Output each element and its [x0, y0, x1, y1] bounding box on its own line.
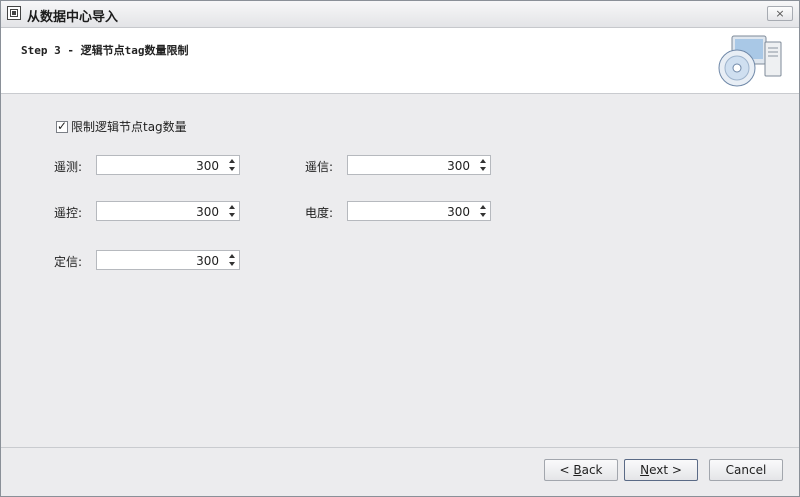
back-button[interactable]: < Back	[544, 459, 618, 481]
energy-spinbox[interactable]: 300	[347, 201, 491, 221]
close-button[interactable]: ×	[767, 6, 793, 21]
spin-down-icon[interactable]	[229, 213, 235, 217]
spin-down-icon[interactable]	[229, 167, 235, 171]
telecontrol-spin-buttons[interactable]	[227, 203, 237, 219]
energy-label: 电度:	[305, 206, 334, 220]
back-accesskey: B	[573, 463, 582, 477]
next-rest: ext >	[649, 463, 682, 477]
setpoint-spinbox[interactable]: 300	[96, 250, 240, 270]
setpoint-value: 300	[196, 254, 219, 268]
telecontrol-label: 遥控:	[54, 206, 83, 220]
telemetry-label: 遥测:	[54, 160, 83, 174]
import-wizard-window: 从数据中心导入 × Step 3 - 逻辑节点tag数量限制 限制逻辑节点tag…	[0, 0, 800, 497]
spin-down-icon[interactable]	[480, 213, 486, 217]
footer-divider	[1, 447, 799, 448]
checkbox-checked-icon[interactable]	[56, 119, 68, 133]
setpoint-label: 定信:	[54, 255, 83, 269]
telecontrol-value: 300	[196, 205, 219, 219]
spin-up-icon[interactable]	[229, 205, 235, 209]
spin-down-icon[interactable]	[480, 167, 486, 171]
step-title: Step 3 - 逻辑节点tag数量限制	[21, 44, 189, 57]
telecontrol-spinbox[interactable]: 300	[96, 201, 240, 221]
telesignal-spin-buttons[interactable]	[478, 157, 488, 173]
telemetry-spin-buttons[interactable]	[227, 157, 237, 173]
spin-up-icon[interactable]	[480, 205, 486, 209]
limit-checkbox-row[interactable]: 限制逻辑节点tag数量	[56, 118, 187, 135]
spin-up-icon[interactable]	[229, 254, 235, 258]
install-computer-disc-icon	[718, 35, 782, 87]
app-window-icon	[7, 6, 21, 20]
energy-spin-buttons[interactable]	[478, 203, 488, 219]
telemetry-spinbox[interactable]: 300	[96, 155, 240, 175]
title-bar: 从数据中心导入 ×	[1, 1, 799, 28]
limit-checkbox-label: 限制逻辑节点tag数量	[71, 120, 187, 134]
cancel-button[interactable]: Cancel	[709, 459, 783, 481]
window-title: 从数据中心导入	[27, 10, 119, 25]
telesignal-label: 遥信:	[305, 160, 334, 174]
spin-up-icon[interactable]	[480, 159, 486, 163]
wizard-content: 限制逻辑节点tag数量 遥测: 300 遥信: 300 遥控: 300 电度: …	[1, 94, 799, 446]
back-rest: ack	[581, 463, 603, 477]
setpoint-spin-buttons[interactable]	[227, 252, 237, 268]
telemetry-value: 300	[196, 159, 219, 173]
telesignal-spinbox[interactable]: 300	[347, 155, 491, 175]
next-accesskey: N	[640, 463, 650, 477]
energy-value: 300	[447, 205, 470, 219]
spin-up-icon[interactable]	[229, 159, 235, 163]
spin-down-icon[interactable]	[229, 262, 235, 266]
close-icon: ×	[775, 7, 785, 20]
next-button[interactable]: Next >	[624, 459, 698, 481]
back-prefix: <	[559, 463, 574, 477]
wizard-header: Step 3 - 逻辑节点tag数量限制	[1, 28, 799, 94]
telesignal-value: 300	[447, 159, 470, 173]
